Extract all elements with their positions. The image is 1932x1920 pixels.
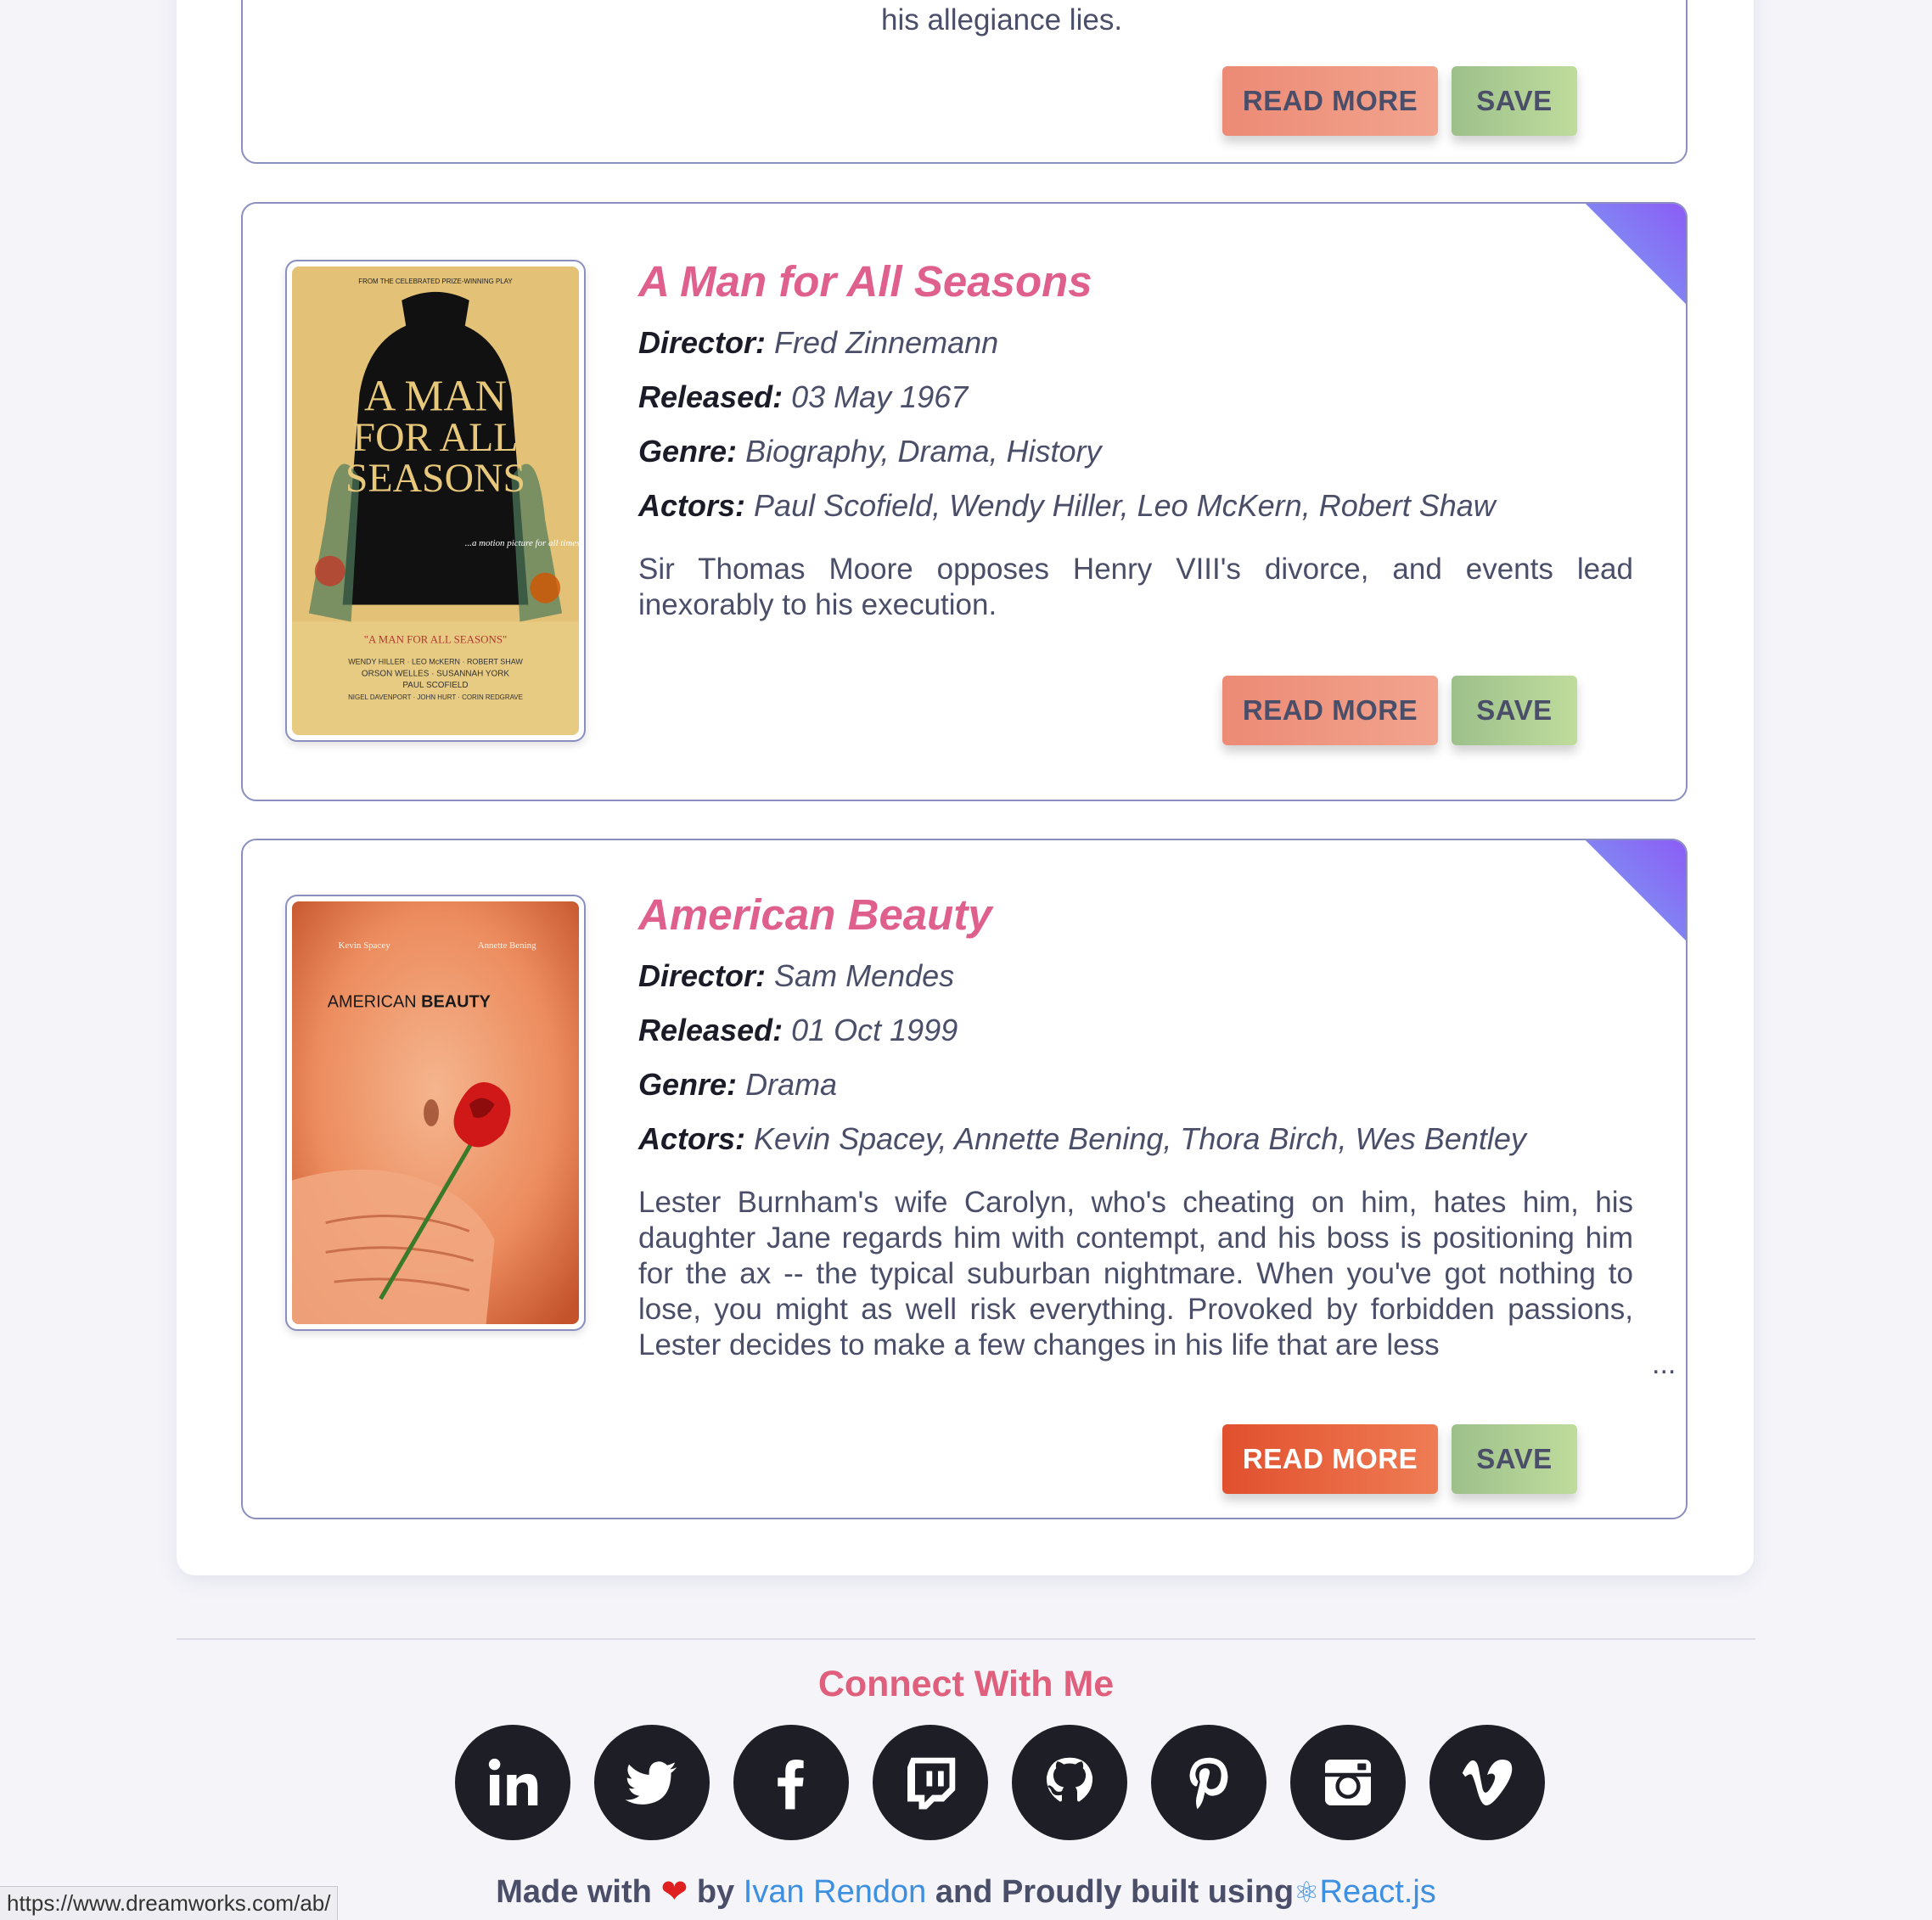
movie-info: A Man for All Seasons Director: Fred Zin… (638, 256, 1633, 623)
movie-info: American Beauty Director: Sam Mendes Rel… (638, 890, 1633, 1363)
movie-plot: his allegiance lies. (881, 3, 1123, 36)
plot-ellipsis: ... (1652, 1348, 1676, 1380)
movie-title[interactable]: A Man for All Seasons (638, 256, 1633, 307)
author-link[interactable]: Ivan Rendon (744, 1874, 927, 1910)
svg-text:NIGEL DAVENPORT · JOHN HURT ·: NIGEL DAVENPORT · JOHN HURT · CORIN REDG… (348, 693, 523, 701)
read-more-button[interactable]: READ MORE (1222, 66, 1438, 136)
poster-image-american-beauty: Kevin Spacey Annette Bening AMERICAN BEA… (292, 901, 579, 1324)
movie-poster[interactable]: FROM THE CELEBRATED PRIZE-WINNING PLAY A… (285, 260, 586, 742)
social-links (455, 1725, 1545, 1840)
svg-text:"A MAN FOR ALL SEASONS": "A MAN FOR ALL SEASONS" (364, 632, 508, 645)
vimeo-link[interactable] (1429, 1725, 1545, 1840)
react-icon: ⚛ (1294, 1877, 1320, 1909)
save-button[interactable]: SAVE (1452, 676, 1577, 745)
svg-text:...a motion picture for all ti: ...a motion picture for all times! (465, 538, 579, 548)
connect-heading: Connect With Me (817, 1664, 1115, 1704)
genre-field: Genre: Drama (638, 1067, 838, 1102)
svg-text:FOR ALL: FOR ALL (353, 415, 519, 460)
instagram-link[interactable] (1290, 1725, 1406, 1840)
actors-field: Actors: Paul Scofield, Wendy Hiller, Leo… (638, 488, 1496, 523)
movie-title[interactable]: American Beauty (638, 890, 1633, 940)
pinterest-icon (1189, 1757, 1228, 1810)
twitter-icon (625, 1761, 677, 1805)
svg-text:ORSON WELLES · SUSANNAH YORK: ORSON WELLES · SUSANNAH YORK (362, 669, 509, 678)
twitch-icon (907, 1757, 956, 1810)
movie-plot: Sir Thomas Moore opposes Henry VIII's di… (638, 553, 1633, 621)
github-link[interactable] (1012, 1725, 1127, 1840)
released-field: Released: 03 May 1967 (638, 379, 969, 414)
save-button[interactable]: SAVE (1452, 66, 1577, 136)
svg-text:Kevin Spacey: Kevin Spacey (339, 940, 391, 951)
twitter-link[interactable] (594, 1725, 710, 1840)
director-field: Director: Sam Mendes (638, 958, 955, 993)
twitch-link[interactable] (873, 1725, 988, 1840)
movie-card: FROM THE CELEBRATED PRIZE-WINNING PLAY A… (241, 202, 1688, 801)
facebook-link[interactable] (733, 1725, 849, 1840)
poster-image-a-man-for-all-seasons: FROM THE CELEBRATED PRIZE-WINNING PLAY A… (292, 267, 579, 735)
svg-text:WENDY HILLER · LEO McKERN · RO: WENDY HILLER · LEO McKERN · ROBERT SHAW (348, 657, 523, 665)
genre-field: Genre: Biography, Drama, History (638, 434, 1102, 469)
director-field: Director: Fred Zinnemann (638, 325, 999, 360)
vimeo-icon (1462, 1760, 1513, 1805)
read-more-button[interactable]: READ MORE (1222, 1424, 1438, 1494)
footer-divider (177, 1638, 1755, 1640)
github-icon (1046, 1757, 1093, 1802)
movie-card: Kevin Spacey Annette Bening AMERICAN BEA… (241, 839, 1688, 1519)
instagram-icon (1325, 1760, 1371, 1805)
status-bar-url: https://www.dreamworks.com/ab/ (0, 1886, 339, 1920)
react-link[interactable]: ⚛React.js (1294, 1874, 1436, 1910)
linkedin-link[interactable] (455, 1725, 570, 1840)
read-more-button[interactable]: READ MORE (1222, 676, 1438, 745)
heart-icon: ❤ (660, 1874, 688, 1910)
svg-text:A MAN: A MAN (364, 372, 507, 420)
released-field: Released: 01 Oct 1999 (638, 1013, 958, 1047)
movie-poster[interactable]: Kevin Spacey Annette Bening AMERICAN BEA… (285, 895, 586, 1331)
svg-text:PAUL SCOFIELD: PAUL SCOFIELD (402, 681, 468, 690)
svg-text:FROM THE CELEBRATED PRIZE-WINN: FROM THE CELEBRATED PRIZE-WINNING PLAY (358, 278, 513, 285)
svg-text:SEASONS: SEASONS (345, 456, 525, 501)
movie-plot: Lester Burnham's wife Carolyn, who's che… (638, 1186, 1633, 1361)
movie-card-previous: his allegiance lies. READ MORE SAVE (241, 0, 1688, 164)
facebook-icon (778, 1760, 804, 1810)
pinterest-link[interactable] (1151, 1725, 1266, 1840)
save-button[interactable]: SAVE (1452, 1424, 1577, 1494)
linkedin-icon (488, 1758, 538, 1805)
svg-text:AMERICAN BEAUTY: AMERICAN BEAUTY (328, 992, 491, 1011)
actors-field: Actors: Kevin Spacey, Annette Bening, Th… (638, 1121, 1526, 1156)
svg-text:Annette Bening: Annette Bening (478, 940, 536, 951)
